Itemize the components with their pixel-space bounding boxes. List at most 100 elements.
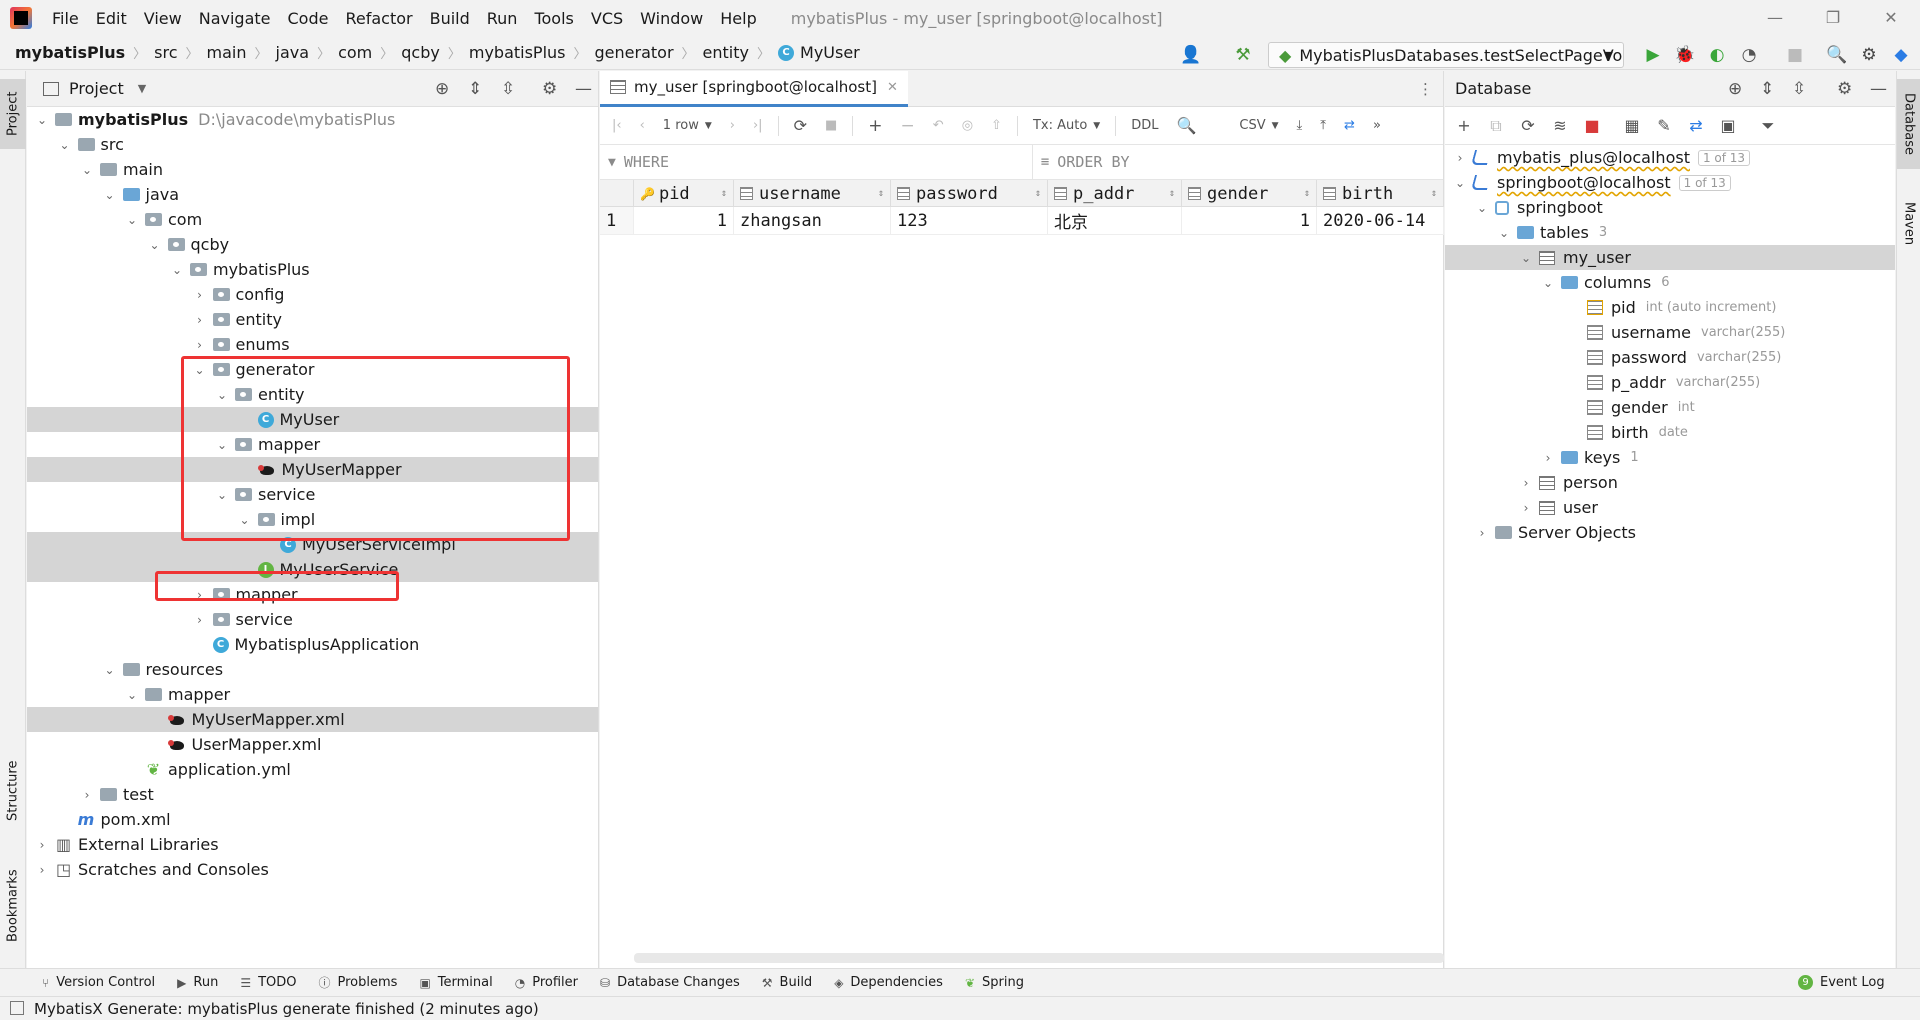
tree-item[interactable]: › ◳ Scratches and Consoles: [27, 857, 598, 882]
chevron-down-icon[interactable]: ⌄: [125, 688, 139, 702]
tree-item[interactable]: ⌄ resources: [27, 657, 598, 682]
close-tab-icon[interactable]: ✕: [887, 80, 898, 95]
menu-refactor[interactable]: Refactor: [345, 9, 412, 28]
menu-help[interactable]: Help: [720, 9, 756, 28]
refresh-icon[interactable]: ⟳: [794, 116, 807, 135]
side-tab-structure[interactable]: Structure: [0, 751, 26, 831]
previous-page-icon[interactable]: ‹: [640, 118, 645, 133]
tree-item[interactable]: ⌄ mapper: [27, 682, 598, 707]
add-row-icon[interactable]: +: [868, 116, 882, 136]
hide-panel-icon[interactable]: —: [575, 79, 592, 99]
toggle-tool-windows-icon[interactable]: [10, 1001, 24, 1015]
tree-column[interactable]: p_addr varchar(255): [1445, 370, 1895, 395]
side-tab-database[interactable]: Database: [1897, 79, 1920, 169]
query-console-icon[interactable]: ▣: [1715, 113, 1741, 139]
refresh-icon[interactable]: ⟳: [1515, 113, 1541, 139]
more-actions-icon[interactable]: »: [1373, 118, 1381, 133]
disconnect-icon[interactable]: ■: [1579, 113, 1605, 139]
menu-window[interactable]: Window: [640, 9, 703, 28]
schema-sync-icon[interactable]: ≋: [1547, 113, 1573, 139]
settings-gear-icon[interactable]: ⚙: [1837, 79, 1852, 99]
locate-icon[interactable]: ⊕: [1728, 79, 1742, 99]
breadcrumb-item[interactable]: mybatisPlus: [15, 43, 125, 62]
tree-item[interactable]: ›❦application.yml: [27, 757, 598, 782]
preview-changes-icon[interactable]: ◎: [962, 118, 973, 133]
tree-item[interactable]: › ▥ External Libraries: [27, 832, 598, 857]
tree-item[interactable]: › config: [27, 282, 598, 307]
column-header[interactable]: gender ⇕: [1182, 180, 1317, 207]
last-page-icon[interactable]: ›|: [753, 118, 763, 133]
coverage-icon[interactable]: ◐: [1706, 44, 1728, 66]
table-cell[interactable]: 1: [1182, 207, 1317, 235]
tree-column[interactable]: birth date: [1445, 420, 1895, 445]
tab-build[interactable]: ⚒ Build: [762, 975, 812, 990]
settings-gear-icon[interactable]: ⚙: [1858, 44, 1880, 66]
export-icon[interactable]: ⤓: [1297, 118, 1303, 133]
expand-all-icon[interactable]: ⇕: [1760, 79, 1774, 99]
tree-tables-folder[interactable]: ⌄ tables 3: [1445, 220, 1895, 245]
tab-profiler[interactable]: ◔ Profiler: [515, 975, 578, 990]
locate-icon[interactable]: ⊕: [435, 79, 449, 99]
add-icon[interactable]: +: [1451, 113, 1477, 139]
menu-code[interactable]: Code: [288, 9, 329, 28]
chevron-down-icon[interactable]: ⌄: [103, 663, 117, 677]
collapse-all-icon[interactable]: ⇳: [1792, 79, 1806, 99]
order-by-input[interactable]: ORDER BY: [1057, 153, 1129, 171]
chevron-down-icon[interactable]: ⌄: [80, 163, 94, 177]
edit-icon[interactable]: ✎: [1651, 113, 1677, 139]
breadcrumb-item[interactable]: generator: [595, 43, 674, 62]
compare-icon[interactable]: ⇄: [1683, 113, 1709, 139]
tree-item[interactable]: ›UserMapper.xml: [27, 732, 598, 757]
delete-row-icon[interactable]: −: [901, 116, 915, 136]
tab-todo[interactable]: ☰ TODO: [240, 975, 296, 990]
collapse-all-icon[interactable]: ⇳: [501, 79, 515, 99]
tree-keys-folder[interactable]: › keys 1: [1445, 445, 1895, 470]
table-cell[interactable]: 2020-06-14: [1317, 207, 1444, 235]
breadcrumb-item[interactable]: java: [276, 43, 310, 62]
tab-spring[interactable]: ❦ Spring: [965, 975, 1024, 990]
duplicate-icon[interactable]: ⧉: [1483, 113, 1509, 139]
menu-build[interactable]: Build: [430, 9, 470, 28]
tree-item[interactable]: › entity: [27, 307, 598, 332]
tab-terminal[interactable]: ▣ Terminal: [419, 975, 492, 990]
tree-item[interactable]: ⌄ src: [27, 132, 598, 157]
chevron-down-icon[interactable]: ⌄: [125, 213, 139, 227]
stop-icon[interactable]: ■: [1784, 44, 1806, 66]
jetbrains-toolbox-icon[interactable]: ◆: [1890, 44, 1912, 66]
debug-icon[interactable]: 🐞: [1674, 44, 1696, 66]
expand-all-icon[interactable]: ⇕: [468, 79, 482, 99]
tree-item[interactable]: ⌄ main: [27, 157, 598, 182]
chevron-down-icon[interactable]: ⌄: [58, 138, 72, 152]
more-tabs-icon[interactable]: ⋮: [1418, 80, 1433, 98]
side-tab-project[interactable]: Project: [0, 79, 26, 149]
tree-server-objects[interactable]: › Server Objects: [1445, 520, 1895, 545]
row-number[interactable]: 1: [600, 207, 634, 235]
table-view-icon[interactable]: ▦: [1619, 113, 1645, 139]
where-filter-input[interactable]: WHERE: [624, 153, 1032, 171]
chevron-down-icon[interactable]: ⌄: [170, 263, 184, 277]
tab-event-log[interactable]: 9 Event Log: [1798, 975, 1885, 990]
column-header[interactable]: 🔑 pid ⇕: [634, 180, 734, 207]
tab-problems[interactable]: ⓘ Problems: [319, 974, 398, 991]
export-format-select[interactable]: CSV ▼: [1239, 118, 1278, 133]
restore-icon[interactable]: ❐: [1818, 6, 1848, 30]
table-cell[interactable]: 123: [891, 207, 1048, 235]
side-tab-maven[interactable]: Maven: [1897, 189, 1920, 259]
tree-item[interactable]: ⌄ qcby: [27, 232, 598, 257]
revert-icon[interactable]: ↶: [933, 118, 944, 133]
menu-vcs[interactable]: VCS: [591, 9, 623, 28]
tree-item[interactable]: › service: [27, 607, 598, 632]
tree-item[interactable]: › test: [27, 782, 598, 807]
build-hammer-icon[interactable]: ⚒: [1232, 44, 1254, 66]
import-icon[interactable]: ⤒: [1320, 118, 1326, 133]
tab-version-control[interactable]: ⑂ Version Control: [42, 975, 155, 990]
row-count-select[interactable]: 1 row ▼: [663, 118, 712, 133]
column-header[interactable]: p_addr ⇕: [1048, 180, 1182, 207]
chevron-right-icon[interactable]: ›: [35, 838, 49, 852]
run-icon[interactable]: ▶: [1642, 44, 1664, 66]
ddl-button[interactable]: DDL: [1131, 118, 1158, 133]
profile-icon[interactable]: ◔: [1738, 44, 1760, 66]
menu-file[interactable]: File: [52, 9, 79, 28]
tree-table[interactable]: › person: [1445, 470, 1895, 495]
tree-table-my-user[interactable]: ⌄ my_user: [1445, 245, 1895, 270]
